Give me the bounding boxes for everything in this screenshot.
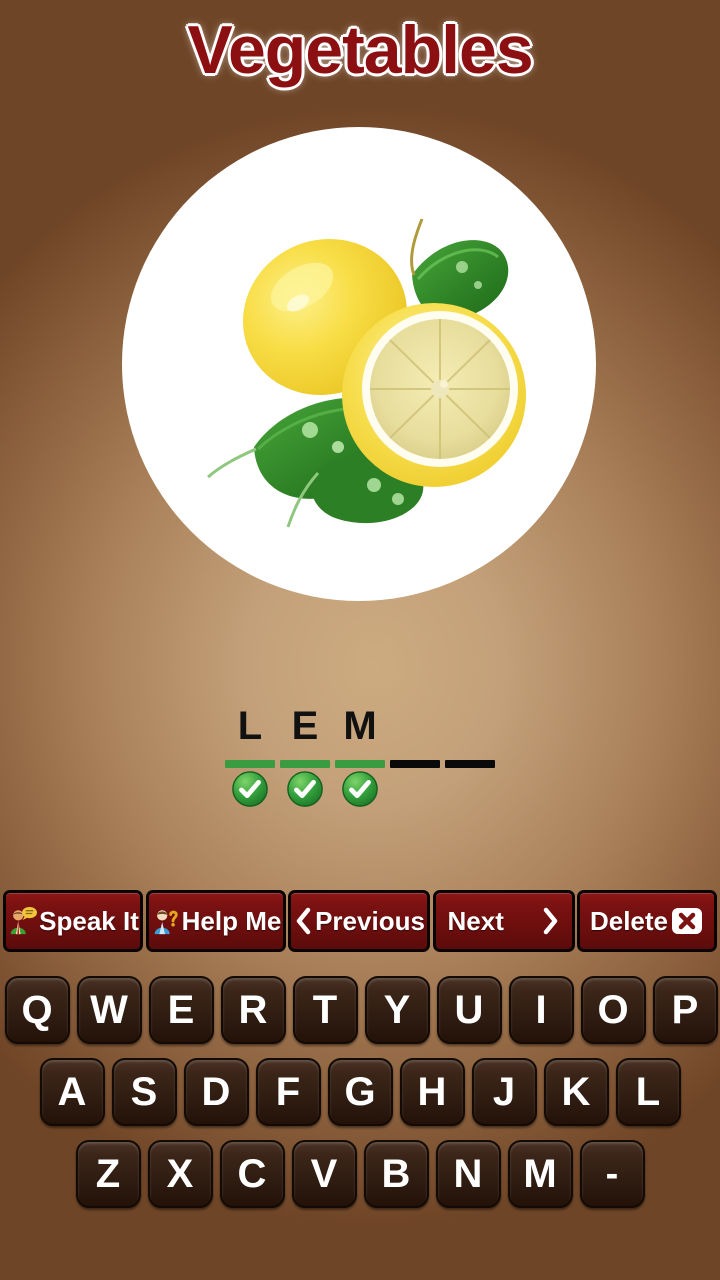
answer-letter: M [343,704,377,748]
keyboard-row-3: Z X C V B N M - [0,1140,720,1208]
delete-button[interactable]: Delete [577,890,717,952]
keyboard-row-1: Q W E R T Y U I O P [0,976,720,1044]
answer-letter [390,700,440,758]
chevron-right-icon [543,907,557,935]
slot-underline [390,760,440,768]
key-y[interactable]: Y [364,976,430,1044]
key-g[interactable]: G [327,1058,393,1126]
key-m[interactable]: M [507,1140,573,1208]
speaking-person-icon [10,906,38,935]
header: Vegetables [0,0,720,100]
key-p[interactable]: P [652,976,718,1044]
slot-underline [335,760,385,768]
action-buttons-row: Speak It Help Me Previous Next Delete [0,890,720,952]
close-x-icon [672,908,703,934]
key-n[interactable]: N [435,1140,501,1208]
key-d[interactable]: D [183,1058,249,1126]
keyboard-row-2: A S D F G H J K L [0,1058,720,1126]
check-circle-icon [287,771,323,807]
entered-letters-row: L E M [0,700,720,758]
key-j[interactable]: J [471,1058,537,1126]
delete-label: Delete [589,905,669,936]
key-o[interactable]: O [580,976,646,1044]
key-q[interactable]: Q [4,976,70,1044]
next-label: Next [447,905,504,936]
on-screen-keyboard: Q W E R T Y U I O P A S D F G H J K L Z … [0,976,720,1222]
check-circle-icon [232,771,268,807]
picture-panel [122,127,596,601]
key-u[interactable]: U [436,976,502,1044]
check-circle-icon [342,771,378,807]
slot-underline [280,760,330,768]
speak-it-button[interactable]: Speak It [3,890,143,952]
answer-slot[interactable] [390,760,440,808]
chevron-left-icon [296,907,311,935]
answer-letter [445,700,495,758]
key-s[interactable]: S [111,1058,177,1126]
key-c[interactable]: C [219,1140,285,1208]
answer-slot[interactable] [335,760,385,808]
answer-area: L E M [0,700,720,830]
lemon-picture [122,127,596,601]
key-r[interactable]: R [220,976,286,1044]
answer-slot[interactable] [280,760,330,808]
previous-button[interactable]: Previous [288,890,430,952]
answer-letter: L [237,704,263,748]
key-v[interactable]: V [291,1140,357,1208]
key-b[interactable]: B [363,1140,429,1208]
key-k[interactable]: K [543,1058,609,1126]
key-i[interactable]: I [508,976,574,1044]
key-h[interactable]: H [399,1058,465,1126]
key-z[interactable]: Z [75,1140,141,1208]
previous-label: Previous [315,905,425,936]
key-hyphen[interactable]: - [579,1140,645,1208]
help-me-label: Help Me [181,905,282,936]
answer-letter: E [291,704,319,748]
speak-it-label: Speak It [39,905,139,936]
person-question-icon [154,910,178,935]
answer-slot[interactable] [225,760,275,808]
key-l[interactable]: L [615,1058,681,1126]
key-e[interactable]: E [148,976,214,1044]
answer-slots-row [0,760,720,808]
help-me-button[interactable]: Help Me [145,890,286,952]
slot-underline [445,760,495,768]
next-button[interactable]: Next [432,890,575,952]
slot-underline [225,760,275,768]
key-f[interactable]: F [255,1058,321,1126]
key-a[interactable]: A [39,1058,105,1126]
key-w[interactable]: W [76,976,142,1044]
key-x[interactable]: X [147,1140,213,1208]
page-title: Vegetables [187,12,533,88]
lemon-illustration-icon [207,218,526,528]
answer-slot[interactable] [445,760,495,808]
key-t[interactable]: T [292,976,358,1044]
